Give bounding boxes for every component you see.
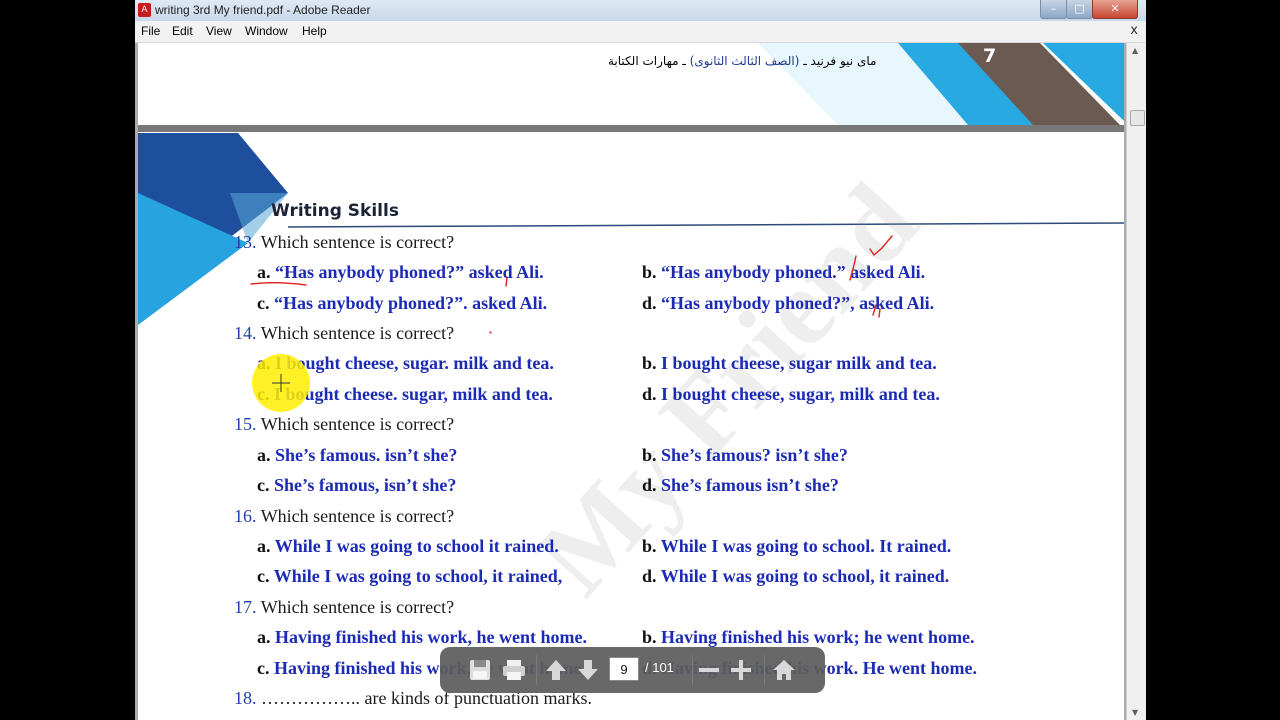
menu-window[interactable]: Window [245, 24, 288, 38]
reader-window: A writing 3rd My friend.pdf - Adobe Read… [135, 0, 1146, 720]
next-page-button[interactable] [570, 647, 606, 693]
floating-toolbar: 9 / 101 [440, 647, 825, 693]
page-number-input[interactable]: 9 [609, 657, 639, 681]
zoom-out-button[interactable] [694, 647, 724, 693]
previous-page-button[interactable] [538, 647, 574, 693]
page-up-icon [546, 660, 566, 680]
menu-bar: File Edit View Window Help x [135, 21, 1146, 43]
red-ink-annotations [250, 235, 893, 334]
toolbar-separator [536, 655, 537, 685]
document-close-icon[interactable]: x [1130, 23, 1138, 38]
maximize-button[interactable]: □ [1066, 0, 1093, 19]
save-icon [470, 660, 490, 680]
pdf-page[interactable]: مای نیو فرنید ـ (الصف الثالث الثانوی) ـ … [138, 43, 1124, 720]
scroll-up-arrow-icon[interactable]: ▲ [1132, 46, 1138, 55]
toolbar-separator [764, 655, 765, 685]
menu-help[interactable]: Help [302, 24, 327, 38]
print-icon [503, 660, 525, 680]
print-button[interactable] [496, 647, 532, 693]
vertical-scrollbar[interactable]: ▲ ▼ [1126, 43, 1146, 720]
window-title: writing 3rd My friend.pdf - Adobe Reader [155, 3, 371, 17]
zoom-out-icon [699, 668, 719, 672]
menu-edit[interactable]: Edit [172, 24, 193, 38]
toolbar-separator [692, 655, 693, 685]
menu-view[interactable]: View [206, 24, 232, 38]
zoom-in-button[interactable] [726, 647, 756, 693]
save-button[interactable] [462, 647, 498, 693]
minimize-button[interactable]: – [1040, 0, 1067, 19]
page-down-icon [578, 660, 598, 680]
home-button[interactable] [766, 647, 802, 693]
close-button[interactable]: ✕ [1092, 0, 1138, 19]
title-bar[interactable]: A writing 3rd My friend.pdf - Adobe Read… [135, 0, 1146, 22]
scroll-down-arrow-icon[interactable]: ▼ [1132, 708, 1138, 717]
adobe-reader-icon: A [138, 3, 151, 17]
zoom-in-icon [731, 660, 751, 680]
menu-file[interactable]: File [141, 24, 160, 38]
scroll-thumb[interactable] [1130, 110, 1145, 126]
home-icon [773, 660, 795, 680]
page-total: / 101 [645, 660, 674, 675]
